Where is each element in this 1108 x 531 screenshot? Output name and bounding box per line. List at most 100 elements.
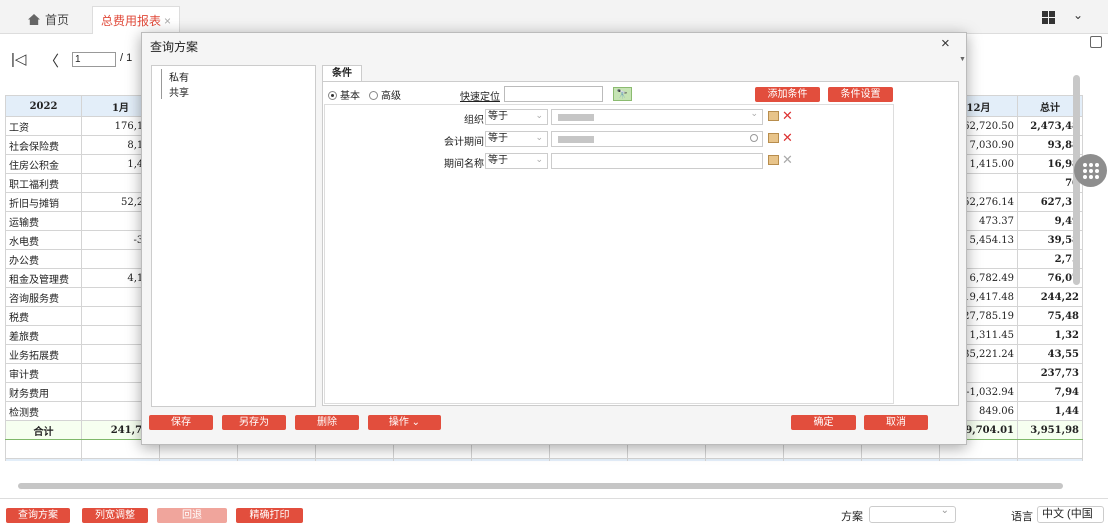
row-label: 办公费	[5, 249, 82, 269]
chevron-down-icon[interactable]: ⌄	[1073, 8, 1083, 22]
tab-report[interactable]: 总费用报表 ×	[92, 6, 180, 34]
cell-total: 237,73	[1017, 363, 1083, 383]
row-label: 咨询服务费	[5, 287, 82, 307]
cancel-button[interactable]: 取消	[864, 415, 928, 430]
radio-advanced-label: 高级	[381, 91, 401, 102]
column-header: 12月	[939, 458, 1018, 461]
column-width-button[interactable]: 列宽调整	[82, 508, 148, 523]
precise-print-button[interactable]: 精确打印	[236, 508, 303, 523]
condition-label: 会计期间	[444, 137, 484, 148]
quick-locate-input[interactable]	[504, 86, 603, 102]
query-scheme-dialog: 查询方案 × ▼ 私有 共享 条件 基本 高级 快速定位 🔭 添加条件 条件设置…	[141, 32, 967, 445]
condition-label: 期间名称	[444, 159, 484, 170]
row-label: 折旧与摊销	[5, 192, 82, 212]
condition-value-input[interactable]	[551, 153, 763, 169]
dialog-title: 查询方案	[150, 40, 199, 54]
condition-value-select[interactable]: ⌄	[551, 108, 763, 125]
row-label: 住房公积金	[5, 154, 82, 174]
more-apps-button[interactable]	[1074, 154, 1107, 187]
page-input[interactable]: 1	[72, 52, 116, 67]
add-condition-button[interactable]: 添加条件	[755, 87, 820, 102]
home-icon	[28, 14, 40, 25]
row-label: 水电费	[5, 230, 82, 250]
column-header: 3月	[237, 458, 316, 461]
row-label: 职工福利费	[5, 173, 82, 193]
cell-total: 244,22	[1017, 287, 1083, 307]
empty-cell	[1017, 439, 1083, 459]
first-page-button[interactable]: |◁	[11, 50, 26, 68]
column-header: 2021	[5, 458, 82, 461]
cell-total: 1,32	[1017, 325, 1083, 345]
tab-conditions[interactable]: 条件	[322, 65, 362, 82]
delete-row-icon[interactable]: ✕	[782, 109, 793, 122]
cell-total: 43,55	[1017, 344, 1083, 364]
page-total: / 1	[120, 52, 133, 64]
tree-node-private[interactable]: 私有	[161, 69, 189, 84]
ok-button[interactable]: 确定	[791, 415, 856, 430]
scheme-tree: 私有 共享	[151, 65, 316, 407]
fullscreen-icon[interactable]	[1090, 36, 1102, 48]
radio-basic[interactable]: 基本	[328, 87, 360, 102]
column-header: 10月	[783, 458, 862, 461]
condition-operator-select[interactable]: 等于	[485, 130, 548, 147]
row-label: 业务拓展费	[5, 344, 82, 364]
apps-grid-icon[interactable]	[1042, 11, 1055, 24]
table-header-row: 20211月2月3月4月5月6月7月8月9月10月11月12月总计	[5, 458, 1083, 461]
query-scheme-button[interactable]: 查询方案	[6, 508, 70, 523]
radio-unchecked-icon	[369, 91, 378, 100]
column-header: 总计	[1017, 458, 1083, 461]
condition-operator-select[interactable]: 等于	[485, 108, 548, 125]
search-icon	[750, 134, 758, 142]
column-header: 8月	[627, 458, 706, 461]
row-label: 社会保险费	[5, 135, 82, 155]
column-header: 1月	[81, 458, 160, 461]
radio-advanced[interactable]: 高级	[369, 87, 401, 102]
delete-button[interactable]: 删除	[295, 415, 359, 430]
operate-dropdown-button[interactable]: 操作 ⌄	[368, 415, 441, 430]
add-row-icon[interactable]	[768, 155, 779, 165]
add-row-icon[interactable]	[768, 133, 779, 143]
prev-page-button[interactable]: 〈	[44, 50, 59, 71]
row-label: 财务费用	[5, 382, 82, 402]
horizontal-scrollbar[interactable]	[18, 483, 1063, 489]
row-label: 审计费	[5, 363, 82, 383]
row-label: 差旅费	[5, 325, 82, 345]
tab-home[interactable]: 首页	[28, 6, 69, 34]
quick-locate-label[interactable]: 快速定位	[460, 88, 500, 103]
delete-row-icon[interactable]: ✕	[782, 131, 793, 144]
row-label: 租金及管理费	[5, 268, 82, 288]
save-button[interactable]: 保存	[149, 415, 213, 430]
sum-label: 合计	[5, 420, 82, 440]
cell-total: 1,44	[1017, 401, 1083, 421]
row-label: 检测费	[5, 401, 82, 421]
tree-node-shared[interactable]: 共享	[161, 84, 189, 99]
radio-basic-label: 基本	[340, 91, 360, 102]
column-header: 6月	[471, 458, 550, 461]
condition-value-field[interactable]	[551, 131, 763, 147]
scheme-label: 方案	[841, 511, 863, 523]
cell-total: 3,951,98	[1017, 420, 1083, 440]
caret-down-icon: ▼	[959, 56, 966, 63]
row-label: 工资	[5, 116, 82, 136]
language-select[interactable]: 中文 (中国	[1037, 506, 1104, 523]
condition-operator-select[interactable]: 等于	[485, 152, 548, 169]
condition-settings-button[interactable]: 条件设置	[828, 87, 893, 102]
scheme-select[interactable]	[869, 505, 956, 523]
tab-close-icon[interactable]: ×	[164, 14, 171, 28]
row-label: 税费	[5, 306, 82, 326]
cell-total: 75,48	[1017, 306, 1083, 326]
column-header: 5月	[393, 458, 472, 461]
save-as-button[interactable]: 另存为	[222, 415, 286, 430]
column-header: 2月	[159, 458, 238, 461]
column-header: 11月	[861, 458, 940, 461]
column-header: 2022	[5, 95, 82, 117]
language-label: 语言	[1011, 511, 1033, 523]
binoculars-icon[interactable]: 🔭	[613, 87, 632, 101]
column-header: 9月	[705, 458, 784, 461]
delete-row-icon: ✕	[782, 152, 793, 167]
back-button[interactable]: 回退	[157, 508, 227, 523]
tab-report-label: 总费用报表	[100, 14, 161, 28]
close-icon[interactable]: ×	[941, 35, 950, 52]
condition-label: 组织	[464, 115, 484, 126]
add-row-icon[interactable]	[768, 111, 779, 121]
